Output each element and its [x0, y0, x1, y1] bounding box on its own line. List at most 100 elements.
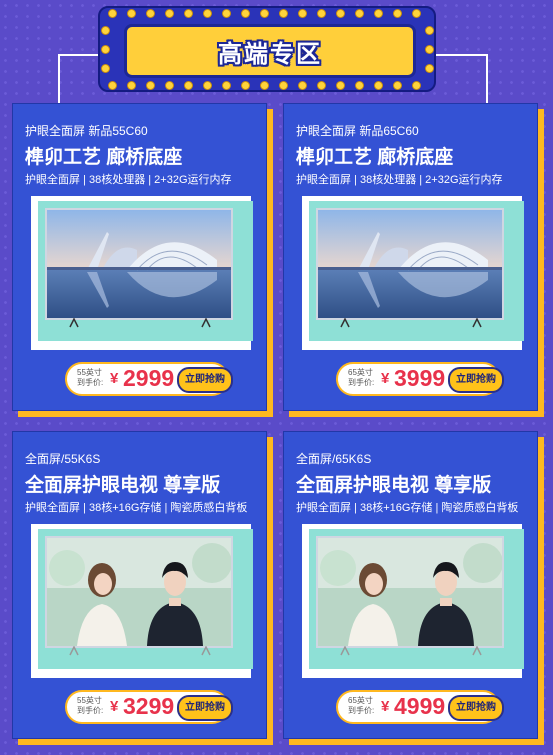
product-card[interactable]: 护眼全面屏 新品65C60 榫卯工艺 廊桥底座 护眼全面屏 | 38核处理器 |… — [283, 103, 544, 417]
marquee-bulb — [279, 9, 287, 17]
marquee-bulb — [146, 81, 154, 89]
marquee-bulb — [203, 81, 211, 89]
product-series: 护眼全面屏 新品65C60 — [296, 124, 419, 138]
tv-image[interactable] — [45, 208, 233, 320]
currency-symbol: ¥ — [110, 370, 119, 387]
section-title: 高端专区 — [218, 40, 322, 68]
tv-stand-leg — [340, 318, 350, 328]
marquee-bulb — [241, 9, 249, 17]
price-label: 到手价: — [77, 706, 104, 715]
buy-now-button[interactable]: 立即抢购 — [448, 367, 504, 393]
marquee-bulb — [184, 9, 192, 17]
marquee-bulb — [241, 81, 249, 89]
card-body: 护眼全面屏 新品55C60 榫卯工艺 廊桥底座 护眼全面屏 | 38核处理器 |… — [12, 103, 267, 411]
couple-portrait-image — [318, 538, 502, 646]
price-label: 到手价: — [77, 378, 104, 387]
product-card[interactable]: 全面屏/55K6S 全面屏护眼电视 尊享版 护眼全面屏 | 38核+16G存储 … — [12, 431, 273, 745]
price-pill: 55英寸 到手价: ¥ 2999 立即抢购 — [65, 362, 233, 396]
product-title: 全面屏护眼电视 尊享版 — [25, 475, 221, 496]
price-pill: 65英寸 到手价: ¥ 4999 立即抢购 — [336, 690, 504, 724]
opera-house-image — [318, 210, 502, 318]
price-value: 2999 — [123, 365, 175, 391]
tv-stand-leg — [201, 646, 211, 656]
price-value: 3999 — [394, 365, 446, 391]
banner-connector — [58, 54, 98, 56]
card-body: 护眼全面屏 新品65C60 榫卯工艺 廊桥底座 护眼全面屏 | 38核处理器 |… — [283, 103, 538, 411]
product-specs: 护眼全面屏 | 38核处理器 | 2+32G运行内存 — [296, 174, 503, 186]
marquee-bulb — [184, 81, 192, 89]
product-card[interactable]: 全面屏/65K6S 全面屏护眼电视 尊享版 护眼全面屏 | 38核+16G存储 … — [283, 431, 544, 745]
tv-stand-leg — [340, 646, 350, 656]
marquee-bulb — [412, 81, 420, 89]
card-body: 全面屏/55K6S 全面屏护眼电视 尊享版 护眼全面屏 | 38核+16G存储 … — [12, 431, 267, 739]
marquee-bulb — [374, 81, 382, 89]
price-label: 到手价: — [348, 706, 375, 715]
marquee-bulb — [260, 9, 268, 17]
marquee-bulb — [108, 9, 116, 17]
marquee-bulb — [165, 81, 173, 89]
price-value: 4999 — [394, 693, 446, 719]
marquee-bulb — [393, 9, 401, 17]
tv-image[interactable] — [316, 208, 504, 320]
buy-now-button[interactable]: 立即抢购 — [177, 695, 233, 721]
price-value: 3299 — [123, 693, 175, 719]
marquee-bulb — [393, 81, 401, 89]
product-series: 护眼全面屏 新品55C60 — [25, 124, 148, 138]
product-card[interactable]: 护眼全面屏 新品55C60 榫卯工艺 廊桥底座 护眼全面屏 | 38核处理器 |… — [12, 103, 273, 417]
product-title: 榫卯工艺 廊桥底座 — [25, 147, 183, 168]
marquee-bulb — [165, 9, 173, 17]
marquee-bulb — [279, 81, 287, 89]
marquee-bulb — [425, 26, 433, 34]
marquee-bulb — [425, 64, 433, 72]
buy-now-button[interactable]: 立即抢购 — [177, 367, 233, 393]
marquee-bulb — [336, 81, 344, 89]
marquee-bulb — [127, 81, 135, 89]
tv-stand-leg — [201, 318, 211, 328]
marquee-bulb — [317, 9, 325, 17]
marquee-bulb — [260, 81, 268, 89]
product-title: 全面屏护眼电视 尊享版 — [296, 475, 492, 496]
product-series: 全面屏/55K6S — [25, 452, 101, 466]
product-series: 全面屏/65K6S — [296, 452, 372, 466]
marquee-bulb — [101, 64, 109, 72]
opera-house-image — [47, 210, 231, 318]
price-pill: 55英寸 到手价: ¥ 3299 立即抢购 — [65, 690, 233, 724]
marquee-bulb — [101, 45, 109, 53]
marquee-bulb — [317, 81, 325, 89]
banner-connector — [58, 54, 60, 104]
marquee-bulb — [146, 9, 154, 17]
marquee-bulb — [298, 9, 306, 17]
banner-connector — [436, 54, 486, 56]
marquee-bulb — [425, 45, 433, 53]
product-title: 榫卯工艺 廊桥底座 — [296, 147, 454, 168]
price-label: 到手价: — [348, 378, 375, 387]
price-pill: 65英寸 到手价: ¥ 3999 立即抢购 — [336, 362, 504, 396]
section-banner: 高端专区 — [98, 6, 436, 92]
product-specs: 护眼全面屏 | 38核+16G存储 | 陶瓷质感白背板 — [25, 502, 248, 514]
tv-image[interactable] — [316, 536, 504, 648]
product-specs: 护眼全面屏 | 38核+16G存储 | 陶瓷质感白背板 — [296, 502, 519, 514]
marquee-bulb — [298, 81, 306, 89]
marquee-bulb — [101, 26, 109, 34]
tv-stand-leg — [472, 318, 482, 328]
marquee-bulb — [412, 9, 420, 17]
banner-connector — [486, 54, 488, 104]
currency-symbol: ¥ — [381, 370, 390, 387]
tv-stand-leg — [472, 646, 482, 656]
marquee-bulb — [127, 9, 135, 17]
card-body: 全面屏/65K6S 全面屏护眼电视 尊享版 护眼全面屏 | 38核+16G存储 … — [283, 431, 538, 739]
marquee-bulb — [203, 9, 211, 17]
marquee-bulb — [374, 9, 382, 17]
banner-plate: 高端专区 — [124, 24, 416, 78]
tv-stand-leg — [69, 646, 79, 656]
currency-symbol: ¥ — [110, 698, 119, 715]
product-specs: 护眼全面屏 | 38核处理器 | 2+32G运行内存 — [25, 174, 232, 186]
marquee-bulb — [108, 81, 116, 89]
couple-portrait-image — [47, 538, 231, 646]
currency-symbol: ¥ — [381, 698, 390, 715]
marquee-bulb — [222, 9, 230, 17]
tv-image[interactable] — [45, 536, 233, 648]
marquee-bulb — [355, 9, 363, 17]
buy-now-button[interactable]: 立即抢购 — [448, 695, 504, 721]
marquee-bulb — [336, 9, 344, 17]
